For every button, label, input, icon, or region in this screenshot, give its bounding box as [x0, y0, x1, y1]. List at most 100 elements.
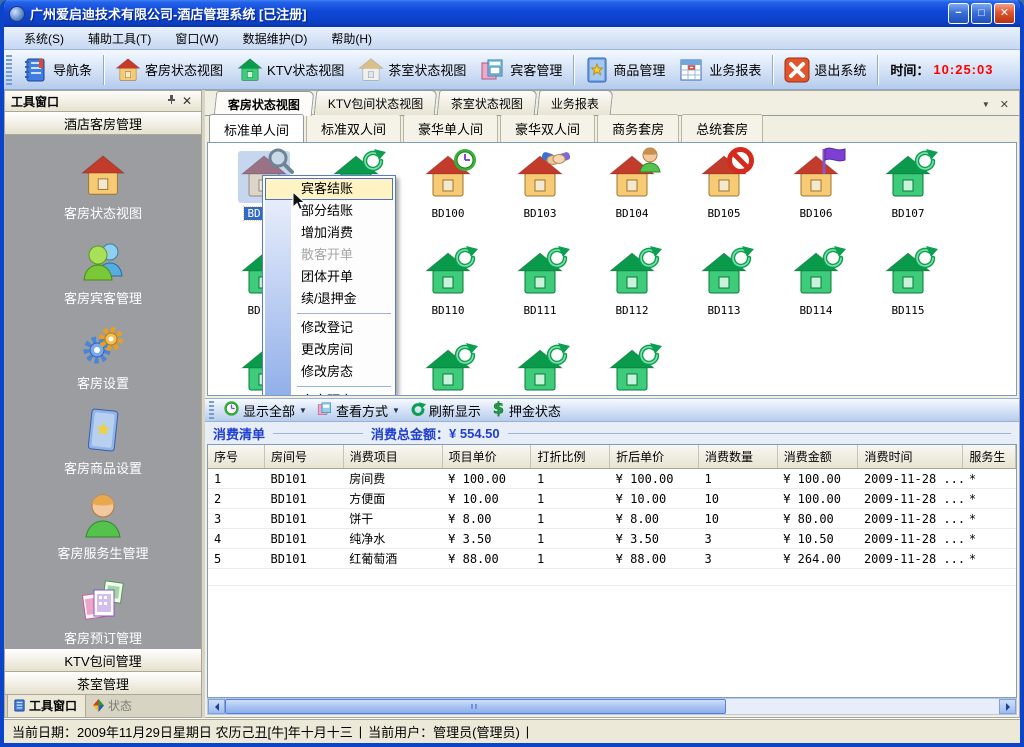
context-menu-modify-room-state[interactable]: 修改房态 [263, 361, 395, 383]
doc-tab-business-report[interactable]: 业务报表 [537, 90, 614, 115]
cell: * [963, 509, 1016, 529]
section-tearoom-management[interactable]: 茶室管理 [4, 672, 202, 695]
room-BD119[interactable]: BD119 [494, 345, 586, 396]
scrollbar-track[interactable] [726, 699, 999, 714]
dropdown-arrow-icon[interactable]: ▼ [392, 406, 400, 415]
menu-window[interactable]: 窗口(W) [163, 27, 230, 50]
doc-tab-ktv-room-status-view[interactable]: KTV包间状态视图 [314, 90, 438, 115]
room-BD106[interactable]: BD106 [770, 151, 862, 248]
room-BD104[interactable]: BD104 [586, 151, 678, 248]
cell: 2009-11-28 ... [858, 529, 963, 549]
bottom-toolbar-deposit-status[interactable]: $押金状态 [486, 398, 566, 422]
sidebar-item-room-product-settings[interactable]: 客房商品设置 [5, 408, 201, 477]
room-BD113[interactable]: BD113 [678, 248, 770, 345]
tab-tool-window[interactable]: 工具窗口 [7, 694, 86, 717]
column-header[interactable]: 服务生 [963, 445, 1016, 469]
house-red-icon [80, 153, 126, 199]
toolbar-button-exit-system[interactable]: 退出系统 [777, 54, 873, 86]
context-menu-guest-reservation[interactable]: 宾客预定 [263, 390, 395, 396]
table-row[interactable]: 1BD101房间费¥ 100.001¥ 100.001¥ 100.002009-… [208, 469, 1016, 489]
toolbar-button-ktv-status-view[interactable]: KTV状态视图 [230, 54, 351, 86]
minimize-button[interactable]: − [948, 3, 969, 24]
room-BD112[interactable]: BD112 [586, 248, 678, 345]
room-BD120[interactable]: BD120 [586, 345, 678, 396]
toolbar-button-tearoom-status-view[interactable]: 茶室状态视图 [351, 54, 473, 86]
table-row[interactable]: 4BD101纯净水¥ 3.501¥ 3.503¥ 10.502009-11-28… [208, 529, 1016, 549]
tab-dropdown-icon[interactable]: ▼ [982, 100, 990, 109]
menu-system[interactable]: 系统(S) [12, 27, 76, 50]
section-ktv-management[interactable]: KTV包间管理 [4, 649, 202, 672]
context-menu-add-consumption[interactable]: 增加消费 [263, 222, 395, 244]
context-menu-guest-checkout[interactable]: 宾客结账 [265, 178, 393, 200]
column-header[interactable]: 打折比例 [531, 445, 610, 469]
room-BD110[interactable]: BD110 [402, 248, 494, 345]
cell [777, 569, 858, 586]
bottom-toolbar-grip[interactable] [209, 401, 214, 419]
tab-status[interactable]: 状态 [86, 694, 141, 717]
toolbar-button-guest-management[interactable]: 宾客管理 [473, 54, 569, 86]
room-BD103[interactable]: BD103 [494, 151, 586, 248]
bottom-toolbar-show-all[interactable]: 显示全部▼ [218, 398, 312, 422]
menu-data-maintenance[interactable]: 数据维护(D) [231, 27, 320, 50]
scrollbar-thumb[interactable] [225, 699, 726, 714]
sidebar-item-room-settings[interactable]: 客房设置 [5, 323, 201, 392]
room-tab-business-suite[interactable]: 商务套房 [597, 114, 679, 142]
tab-close-icon[interactable]: ✕ [1000, 98, 1009, 111]
room-BD115[interactable]: BD115 [862, 248, 954, 345]
doc-tab-tearoom-status-view[interactable]: 茶室状态视图 [437, 90, 538, 115]
room-BD111[interactable]: BD111 [494, 248, 586, 345]
room-tab-standard-single[interactable]: 标准单人间 [209, 114, 304, 143]
toolbar-button-room-status-view[interactable]: 客房状态视图 [108, 54, 230, 86]
context-menu-change-room[interactable]: 更改房间 [263, 339, 395, 361]
column-header[interactable]: 消费时间 [858, 445, 963, 469]
toolbar-button-nav-bar[interactable]: 导航条 [16, 54, 99, 86]
menu-aux-tools[interactable]: 辅助工具(T) [76, 27, 163, 50]
column-header[interactable]: 房间号 [265, 445, 344, 469]
sidebar-item-room-waiter-management[interactable]: 客房服务生管理 [5, 493, 201, 562]
horizontal-scrollbar[interactable] [207, 698, 1017, 715]
bottom-toolbar-view-mode[interactable]: 查看方式▼ [312, 399, 405, 422]
context-menu-partial-checkout[interactable]: 部分结账 [263, 200, 395, 222]
table-row[interactable]: 3BD101饼干¥ 8.001¥ 8.0010¥ 80.002009-11-28… [208, 509, 1016, 529]
room-BD107[interactable]: BD107 [862, 151, 954, 248]
room-tab-deluxe-single[interactable]: 豪华单人间 [403, 114, 498, 142]
sidebar-item-room-guest-management[interactable]: 客房宾客管理 [5, 238, 201, 307]
scroll-left-arrow[interactable] [208, 699, 225, 714]
context-menu-renew-refund-deposit[interactable]: 续/退押金 [263, 288, 395, 310]
sidebar-item-room-status-view[interactable]: 客房状态视图 [5, 153, 201, 222]
tool-window-panel: 工具窗口 ✕ 酒店客房管理 客房状态视图客房宾客管理客房设置客房商品设置客房服务… [4, 90, 205, 718]
close-panel-icon[interactable]: ✕ [179, 94, 195, 108]
column-header[interactable]: 项目单价 [442, 445, 531, 469]
column-header[interactable]: 序号 [208, 445, 265, 469]
bottom-toolbar-refresh-display[interactable]: 刷新显示 [405, 399, 486, 422]
vacant-arrow-icon [452, 244, 478, 270]
room-BD118[interactable]: BD118 [402, 345, 494, 396]
close-button[interactable]: ✕ [994, 3, 1015, 24]
context-menu-modify-registration[interactable]: 修改登记 [263, 317, 395, 339]
sidebar-item-room-booking-management[interactable]: 客房预订管理 [5, 578, 201, 647]
column-header[interactable]: 消费金额 [777, 445, 858, 469]
context-menu-group-open-bill[interactable]: 团体开单 [263, 266, 395, 288]
room-tab-standard-double[interactable]: 标准双人间 [306, 114, 401, 142]
room-tab-deluxe-double[interactable]: 豪华双人间 [500, 114, 595, 142]
room-label: BD107 [888, 207, 927, 220]
toolbar-button-business-report[interactable]: 业务报表 [672, 54, 768, 86]
maximize-button[interactable]: □ [971, 3, 992, 24]
scroll-right-arrow[interactable] [999, 699, 1016, 714]
room-BD114[interactable]: BD114 [770, 248, 862, 345]
table-row[interactable]: 5BD101红葡萄酒¥ 88.001¥ 88.003¥ 264.002009-1… [208, 549, 1016, 569]
toolbar-grip[interactable] [6, 55, 12, 85]
column-header[interactable]: 折后单价 [610, 445, 699, 469]
room-tab-presidential-suite[interactable]: 总统套房 [681, 114, 763, 142]
table-row[interactable]: 2BD101方便面¥ 10.001¥ 10.0010¥ 100.002009-1… [208, 489, 1016, 509]
room-BD100[interactable]: BD100 [402, 151, 494, 248]
menu-help[interactable]: 帮助(H) [319, 27, 384, 50]
room-BD105[interactable]: BD105 [678, 151, 770, 248]
section-hotel-room-management[interactable]: 酒店客房管理 [4, 112, 202, 135]
toolbar-button-product-management[interactable]: 商品管理 [578, 54, 672, 86]
column-header[interactable]: 消费项目 [343, 445, 442, 469]
dropdown-arrow-icon[interactable]: ▼ [299, 406, 307, 415]
pin-icon[interactable] [163, 94, 179, 108]
column-header[interactable]: 消费数量 [698, 445, 777, 469]
doc-tab-room-status-view[interactable]: 客房状态视图 [214, 91, 315, 116]
